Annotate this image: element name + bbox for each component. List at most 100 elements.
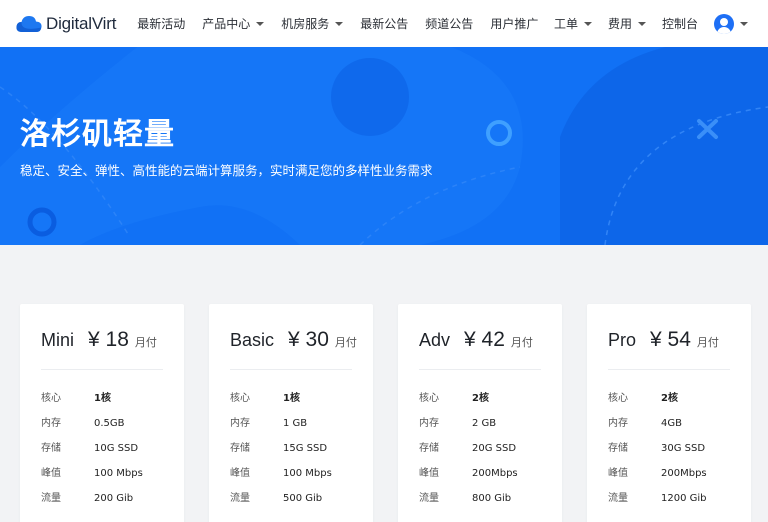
spec-value: 4GB <box>661 418 682 429</box>
spec-row: 内存 4GB <box>608 414 682 429</box>
user-avatar-icon <box>714 13 734 34</box>
divider <box>230 369 352 370</box>
user-menu: 工单 费用 控制台 <box>538 0 748 47</box>
divider <box>41 369 163 370</box>
nav-item-label: 费用 <box>607 17 632 31</box>
spec-row: 核心 2核 <box>608 389 678 404</box>
plan-price: ¥ 30 <box>288 328 329 351</box>
nav-item-label: 控制台 <box>661 17 698 31</box>
nav-item-latest-activity[interactable]: 最新活动 <box>137 15 185 32</box>
nav-item-label: 工单 <box>553 17 578 31</box>
caret-down-icon <box>740 21 748 26</box>
spec-label: 核心 <box>608 393 628 404</box>
plan-name: Pro <box>608 330 637 350</box>
plan-card-pro[interactable]: Pro ¥ 54 月付 核心 2核 内存 4GB 存储 30G SSD 峰值 200Mb… <box>587 304 751 522</box>
main-menu: 最新活动 产品中心 机房服务 最新公告 频道公告 用户推广 <box>137 15 555 32</box>
spec-label: 流量 <box>41 493 61 504</box>
spec-row: 流量 200 Gib <box>41 489 133 504</box>
plan-period: 月付 <box>334 336 357 349</box>
spec-label: 流量 <box>419 493 439 504</box>
spec-label: 核心 <box>230 393 250 404</box>
nav-item-label: 最新公告 <box>360 17 409 31</box>
spec-label: 内存 <box>419 418 439 429</box>
spec-value: 15G SSD <box>283 443 328 454</box>
spec-row: 内存 0.5GB <box>41 414 125 429</box>
spec-value: 200Mbps <box>661 468 707 479</box>
nav-item-label: 最新活动 <box>137 17 186 31</box>
spec-label: 核心 <box>419 393 439 404</box>
plan-period: 月付 <box>134 336 157 349</box>
plan-name: Basic <box>230 330 275 350</box>
spec-value: 20G SSD <box>472 443 517 454</box>
nav-item-announcements[interactable]: 最新公告 <box>360 15 408 32</box>
account-menu[interactable] <box>698 13 748 34</box>
cloud-logo-icon <box>16 15 42 33</box>
spec-label: 流量 <box>230 493 250 504</box>
top-navbar: DigitalVirt 最新活动 产品中心 机房服务 最新公告 频道公告 用户推… <box>0 0 768 47</box>
plan-card-mini[interactable]: Mini ¥ 18 月付 核心 1核 内存 0.5GB 存储 10G SSD 峰值 10… <box>20 304 184 522</box>
spec-value: 2 GB <box>472 418 497 429</box>
spec-label: 峰值 <box>608 468 628 479</box>
spec-value: 10G SSD <box>94 443 139 454</box>
plan-name: Mini <box>41 330 75 350</box>
brand-name: DigitalVirt <box>46 13 117 33</box>
page-subtitle: 稳定、安全、弹性、高性能的云端计算服务，实时满足您的多样性业务需求 <box>20 163 433 178</box>
nav-item-affiliate[interactable]: 用户推广 <box>490 15 538 32</box>
spec-row: 核心 1核 <box>230 389 300 404</box>
spec-value: 2核 <box>661 393 678 404</box>
spec-row: 核心 1核 <box>41 389 111 404</box>
plan-list: Mini ¥ 18 月付 核心 1核 内存 0.5GB 存储 10G SSD 峰值 10… <box>0 245 768 522</box>
spec-row: 流量 1200 Gib <box>608 489 707 504</box>
plan-period: 月付 <box>510 336 533 349</box>
nav-item-label: 产品中心 <box>202 17 251 31</box>
spec-label: 存储 <box>419 443 439 454</box>
spec-value: 100 Mbps <box>283 468 332 479</box>
spec-label: 峰值 <box>41 468 61 479</box>
plan-period: 月付 <box>696 336 719 349</box>
spec-label: 流量 <box>608 493 628 504</box>
divider <box>419 369 541 370</box>
spec-row: 存储 10G SSD <box>41 439 138 454</box>
spec-row: 峰值 100 Mbps <box>230 464 332 479</box>
plan-price: ¥ 54 <box>650 328 691 351</box>
spec-value: 100 Mbps <box>94 468 143 479</box>
spec-value: 200 Gib <box>94 493 134 504</box>
spec-row: 存储 30G SSD <box>608 439 705 454</box>
spec-row: 存储 15G SSD <box>230 439 327 454</box>
spec-value: 0.5GB <box>94 418 125 429</box>
spec-value: 200Mbps <box>472 468 518 479</box>
spec-label: 内存 <box>230 418 250 429</box>
nav-item-products[interactable]: 产品中心 <box>202 15 265 32</box>
nav-item-datacenter[interactable]: 机房服务 <box>281 15 344 32</box>
spec-label: 峰值 <box>230 468 250 479</box>
plan-price: ¥ 18 <box>88 328 129 351</box>
spec-row: 峰值 200Mbps <box>419 464 518 479</box>
spec-value: 2核 <box>472 393 489 404</box>
spec-value: 1核 <box>94 393 111 404</box>
nav-item-console[interactable]: 控制台 <box>662 15 698 32</box>
page-title: 洛杉矶轻量 <box>20 117 175 152</box>
spec-label: 存储 <box>230 443 250 454</box>
spec-value: 1核 <box>283 393 300 404</box>
spec-row: 核心 2核 <box>419 389 489 404</box>
spec-label: 内存 <box>41 418 61 429</box>
spec-row: 峰值 200Mbps <box>608 464 707 479</box>
plan-card-basic[interactable]: Basic ¥ 30 月付 核心 1核 内存 1 GB 存储 15G SSD 峰值 10… <box>209 304 373 522</box>
hero-banner: 洛杉矶轻量 稳定、安全、弹性、高性能的云端计算服务，实时满足您的多样性业务需求 <box>0 47 768 245</box>
spec-row: 内存 2 GB <box>419 414 496 429</box>
caret-down-icon <box>335 21 344 26</box>
spec-value: 30G SSD <box>661 443 706 454</box>
nav-item-label: 频道公告 <box>425 17 474 31</box>
spec-label: 内存 <box>608 418 628 429</box>
brand-logo[interactable]: DigitalVirt <box>16 14 116 34</box>
plan-card-adv[interactable]: Adv ¥ 42 月付 核心 2核 内存 2 GB 存储 20G SSD 峰值 200M… <box>398 304 562 522</box>
caret-down-icon <box>637 21 646 26</box>
spec-value: 1 GB <box>283 418 308 429</box>
spec-row: 流量 500 Gib <box>230 489 322 504</box>
spec-value: 800 Gib <box>472 493 512 504</box>
nav-item-tickets[interactable]: 工单 <box>554 15 592 32</box>
nav-item-billing[interactable]: 费用 <box>608 15 646 32</box>
spec-row: 存储 20G SSD <box>419 439 516 454</box>
nav-item-label: 机房服务 <box>281 17 330 31</box>
nav-item-channel-notices[interactable]: 频道公告 <box>425 15 473 32</box>
